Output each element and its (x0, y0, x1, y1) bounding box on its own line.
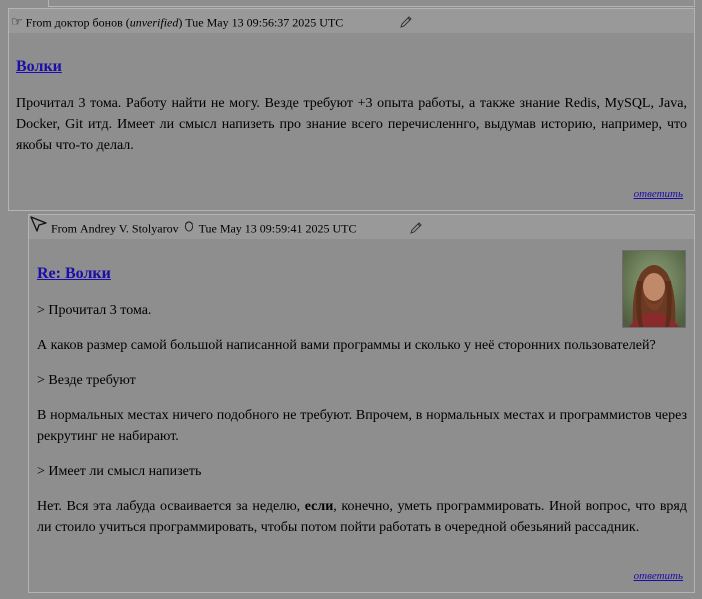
message-title-link[interactable]: Re: Волки (37, 265, 111, 283)
message-paragraph: А каков размер самой большой написанной … (37, 338, 656, 353)
message-header: ☞ From доктор бонов (unverified) Tue May… (9, 9, 694, 33)
reply-link[interactable]: ответить (634, 570, 683, 582)
forum-thread: ☞ From доктор бонов (unverified) Tue May… (0, 0, 702, 599)
message-title-link[interactable]: Волки (16, 58, 62, 76)
pencil-icon[interactable] (399, 13, 413, 37)
quote-paragraph: > Везде требуют (37, 373, 136, 388)
pointing-hand-icon: ☞ (11, 14, 23, 30)
message-timestamp: Tue May 13 09:59:41 2025 UTC (198, 221, 357, 236)
message-body: Прочитал 3 тома. Работу найти не могу. В… (16, 93, 687, 156)
previous-message-edge (48, 0, 695, 7)
message-paragraph: Нет. Вся эта лабуда осваивается за недел… (37, 499, 687, 535)
reply-link[interactable]: ответить (634, 188, 683, 200)
message-1: ☞ From доктор бонов (unverified) Tue May… (8, 8, 695, 211)
pencil-icon[interactable] (409, 219, 423, 243)
message-timestamp: Tue May 13 09:56:37 2025 UTC (185, 15, 344, 30)
quote-paragraph: > Имеет ли смысл напизеть (37, 464, 202, 479)
message-header: From Andrey V. Stolyarov Tue May 13 09:5… (29, 215, 694, 239)
author-name: Andrey V. Stolyarov (80, 221, 179, 236)
from-prefix: From (51, 221, 78, 236)
message-2: From Andrey V. Stolyarov Tue May 13 09:5… (28, 214, 695, 593)
user-face-icon (184, 216, 194, 240)
emphasis: если (304, 499, 334, 514)
message-body: > Прочитал 3 тома. А каков размер самой … (37, 300, 687, 538)
cursor-arrow-icon (30, 216, 48, 240)
quote-paragraph: > Прочитал 3 тома. (37, 303, 152, 318)
message-paragraph: Прочитал 3 тома. Работу найти не могу. В… (16, 96, 687, 153)
message-paragraph: В нормальных местах ничего подобного не … (37, 408, 687, 444)
author-name: доктор бонов (54, 15, 123, 30)
author-status: (unverified) (125, 15, 183, 30)
from-prefix: From (25, 15, 52, 30)
